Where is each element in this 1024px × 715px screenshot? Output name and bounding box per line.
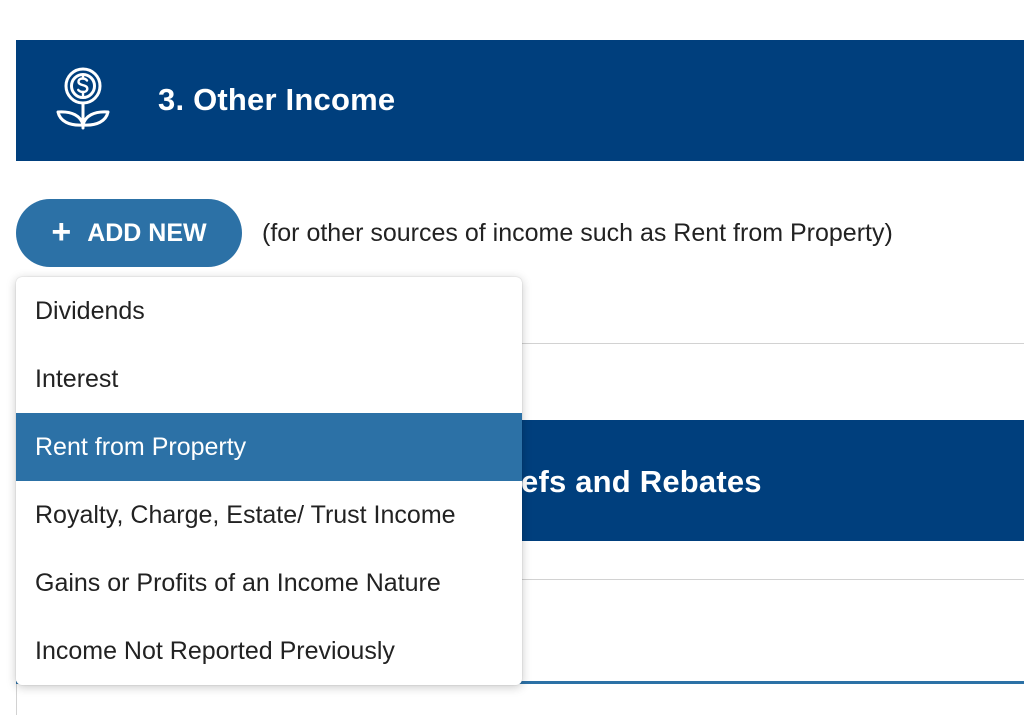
page: 3. Other Income + ADD NEW (for other sou…: [0, 0, 1024, 715]
add-new-hint: (for other sources of income such as Ren…: [262, 218, 893, 247]
section-header-other-income: 3. Other Income: [16, 40, 1024, 161]
add-new-label: ADD NEW: [87, 218, 207, 247]
section-title: efs and Rebates: [521, 464, 762, 499]
plus-icon: +: [51, 212, 72, 251]
money-plant-icon: [56, 67, 110, 130]
panel-border: [16, 684, 17, 715]
income-type-dropdown: Dividends Interest Rent from Property Ro…: [16, 277, 522, 685]
add-new-button[interactable]: + ADD NEW: [16, 199, 242, 267]
dropdown-item-interest[interactable]: Interest: [16, 345, 522, 413]
dropdown-item-income-not-reported[interactable]: Income Not Reported Previously: [16, 617, 522, 685]
dropdown-item-rent-from-property[interactable]: Rent from Property: [16, 413, 522, 481]
section-title: 3. Other Income: [158, 82, 396, 117]
dropdown-item-gains-or-profits[interactable]: Gains or Profits of an Income Nature: [16, 549, 522, 617]
add-new-row: + ADD NEW (for other sources of income s…: [16, 199, 893, 267]
dropdown-item-dividends[interactable]: Dividends: [16, 277, 522, 345]
dropdown-item-royalty-charge-estate-trust[interactable]: Royalty, Charge, Estate/ Trust Income: [16, 481, 522, 549]
